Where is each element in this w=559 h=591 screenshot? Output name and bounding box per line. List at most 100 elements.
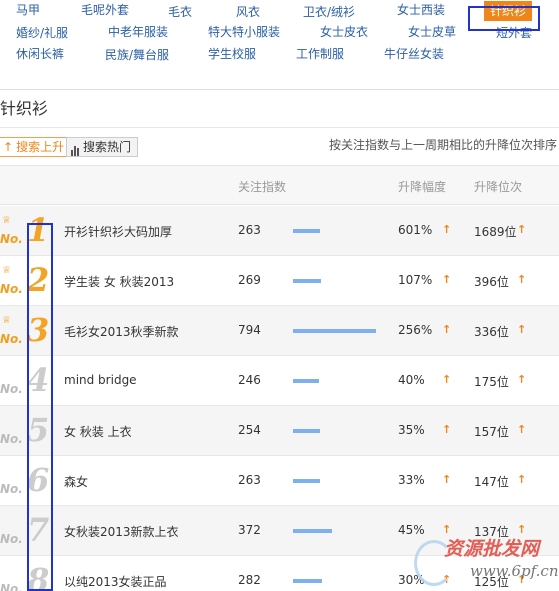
divider (0, 89, 559, 90)
category-link[interactable]: 风衣 (236, 4, 260, 20)
header-position: 升降位次 (474, 180, 523, 194)
keyword-link[interactable]: 学生装 女 秋装2013 (64, 273, 174, 290)
category-link[interactable]: 婚纱/礼服 (16, 25, 68, 41)
watermark: 资源批发网 www.6pf.cn (412, 532, 559, 591)
arrow-up-icon: ↑ (517, 323, 527, 336)
tab-label: 搜索热门 (83, 140, 132, 154)
change-value: 33% (398, 473, 425, 487)
category-link[interactable]: 中老年服装 (108, 24, 168, 40)
crown-icon: ♕ (2, 315, 11, 326)
index-value: 254 (238, 423, 261, 437)
header-change: 升降幅度 (398, 180, 447, 194)
category-link[interactable]: 牛仔丝女装 (384, 46, 444, 62)
arrow-up-icon: ↑ (442, 473, 452, 486)
index-value: 794 (238, 323, 261, 337)
arrow-up-icon: ↑ (442, 373, 452, 386)
arrow-up-icon: ↑ (517, 273, 527, 286)
change-value: 35% (398, 423, 425, 437)
index-value: 269 (238, 273, 261, 287)
section-title: 针织衫 (0, 99, 49, 118)
change-value: 107% (398, 273, 433, 287)
keyword-link[interactable]: mind bridge (64, 373, 137, 387)
keyword-link[interactable]: 开衫针织衫大码加厚 (64, 223, 172, 240)
category-link[interactable]: 女士皮衣 (320, 24, 368, 40)
index-bar (293, 429, 320, 433)
table-row[interactable]: No. 4 mind bridge 246 40% ↑ 175位 ↑ (0, 356, 559, 406)
rank-prefix: No. (0, 582, 23, 591)
category-link[interactable]: 女士西装 (397, 2, 445, 18)
category-link[interactable]: 民族/舞台服 (105, 47, 169, 63)
position-value: 147位 (474, 475, 509, 489)
category-link[interactable]: 马甲 (16, 2, 40, 18)
keyword-link[interactable]: 毛衫女2013秋季新款 (64, 323, 179, 340)
table-row[interactable]: ♕ No. 3 毛衫女2013秋季新款 794 256% ↑ 336位 ↑ (0, 306, 559, 356)
rank-prefix: No. (0, 332, 23, 346)
table-header: 关注指数 升降幅度 升降位次 (0, 165, 559, 205)
category-link[interactable]: 学生校服 (208, 46, 256, 62)
header-index: 关注指数 (238, 180, 287, 194)
highlight-box-rank-column (27, 223, 53, 591)
index-value: 372 (238, 523, 261, 537)
highlight-box-active-category (468, 6, 540, 31)
index-value: 263 (238, 473, 261, 487)
crown-icon: ♕ (2, 215, 11, 226)
index-bar (293, 279, 321, 283)
keyword-link[interactable]: 女秋装2013新款上衣 (64, 523, 179, 540)
change-value: 256% (398, 323, 433, 337)
index-bar (293, 529, 332, 533)
position-value: 175位 (474, 375, 509, 389)
category-link[interactable]: 毛呢外套 (81, 2, 129, 18)
tab-label: 搜索上升 (16, 140, 65, 154)
arrow-up-icon: ↑ (517, 423, 527, 436)
rank-prefix: No. (0, 482, 23, 496)
index-value: 282 (238, 573, 261, 587)
keyword-link[interactable]: 女 秋装 上衣 (64, 423, 132, 440)
category-link[interactable]: 工作制服 (296, 46, 344, 62)
index-value: 246 (238, 373, 261, 387)
tab-search-up[interactable]: ↑ 搜索上升 (0, 137, 72, 157)
arrow-up-icon: ↑ (442, 323, 452, 336)
sort-note: 按关注指数与上一周期相比的升降位次排序 (328, 138, 557, 152)
position-value: 396位 (474, 275, 509, 289)
position-value: 336位 (474, 325, 509, 339)
arrow-up-icon: ↑ (517, 223, 527, 236)
tab-search-hot[interactable]: 搜索热门 (66, 137, 139, 157)
table-row[interactable]: ♕ No. 2 学生装 女 秋装2013 269 107% ↑ 396位 ↑ (0, 256, 559, 306)
rank-prefix: No. (0, 532, 23, 546)
bar-chart-icon (71, 138, 80, 156)
rank-prefix: No. (0, 282, 23, 296)
watermark-text: 资源批发网 (444, 538, 540, 560)
category-link[interactable]: 休闲长裤 (16, 46, 64, 62)
table-row[interactable]: No. 6 森女 263 33% ↑ 147位 ↑ (0, 456, 559, 506)
index-bar (293, 479, 320, 483)
rank-prefix: No. (0, 432, 23, 446)
keyword-link[interactable]: 以纯2013女装正品 (64, 573, 167, 590)
arrow-up-icon: ↑ (442, 273, 452, 286)
index-value: 263 (238, 223, 261, 237)
position-value: 1689位 (474, 225, 517, 239)
position-value: 157位 (474, 425, 509, 439)
rank-prefix: No. (0, 382, 23, 396)
category-link[interactable]: 特大特小服装 (208, 24, 280, 40)
arrow-up-icon: ↑ (442, 223, 452, 236)
index-bar (293, 579, 322, 583)
crown-icon: ♕ (2, 265, 11, 276)
arrow-up-icon: ↑ (517, 473, 527, 486)
change-value: 40% (398, 373, 425, 387)
keyword-link[interactable]: 森女 (64, 473, 88, 490)
index-bar (293, 229, 320, 233)
index-bar (293, 379, 319, 383)
table-row[interactable]: ♕ No. 1 开衫针织衫大码加厚 263 601% ↑ 1689位 ↑ (0, 206, 559, 256)
index-bar (293, 329, 376, 333)
category-link[interactable]: 毛衣 (168, 4, 192, 20)
arrow-up-icon: ↑ (517, 373, 527, 386)
divider (0, 127, 559, 128)
arrow-up-icon: ↑ (3, 140, 14, 154)
change-value: 601% (398, 223, 433, 237)
arrow-up-icon: ↑ (442, 423, 452, 436)
watermark-url: www.6pf.cn (470, 562, 559, 580)
category-link[interactable]: 女士皮草 (408, 24, 456, 40)
rank-prefix: No. (0, 232, 23, 246)
category-link[interactable]: 卫衣/绒衫 (303, 4, 355, 20)
table-row[interactable]: No. 5 女 秋装 上衣 254 35% ↑ 157位 ↑ (0, 406, 559, 456)
